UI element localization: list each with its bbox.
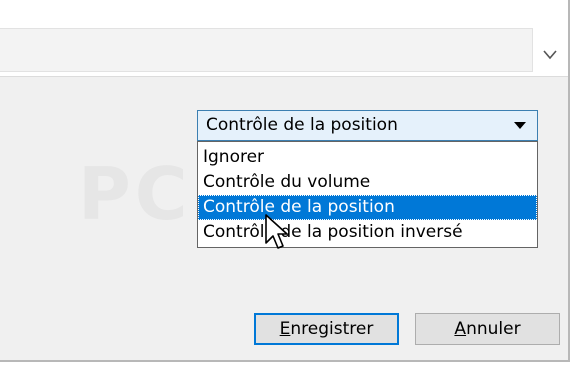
triangle-down-icon [514, 122, 526, 129]
top-pane [0, 0, 568, 77]
cancel-button[interactable]: Annuler [415, 313, 560, 345]
option-ignorer[interactable]: Ignorer [198, 145, 537, 170]
top-field[interactable] [0, 28, 532, 72]
mouse-pointer-icon [265, 214, 288, 249]
option-controle-position[interactable]: Contrôle de la position [198, 195, 537, 220]
mode-select-value: Contrôle de la position [206, 115, 398, 135]
cancel-label-rest: nnuler [466, 319, 521, 339]
save-label-rest: nregistrer [290, 319, 374, 339]
save-button[interactable]: Enregistrer [254, 313, 399, 345]
option-controle-volume[interactable]: Contrôle du volume [198, 170, 537, 195]
mode-dropdown-list: Ignorer Contrôle du volume Contrôle de l… [197, 141, 538, 248]
dialog-window: PC Contrôle de la position Ignorer Contr… [0, 0, 570, 362]
scroll-down-button[interactable] [532, 28, 568, 72]
chevron-down-icon [543, 50, 557, 60]
mode-select[interactable]: Contrôle de la position [197, 110, 538, 141]
watermark-logo: PC [78, 152, 192, 236]
cancel-mnemonic: A [454, 319, 467, 339]
option-controle-position-inverse[interactable]: Contrôle de la position inversé [198, 220, 537, 245]
save-mnemonic: E [279, 319, 291, 339]
